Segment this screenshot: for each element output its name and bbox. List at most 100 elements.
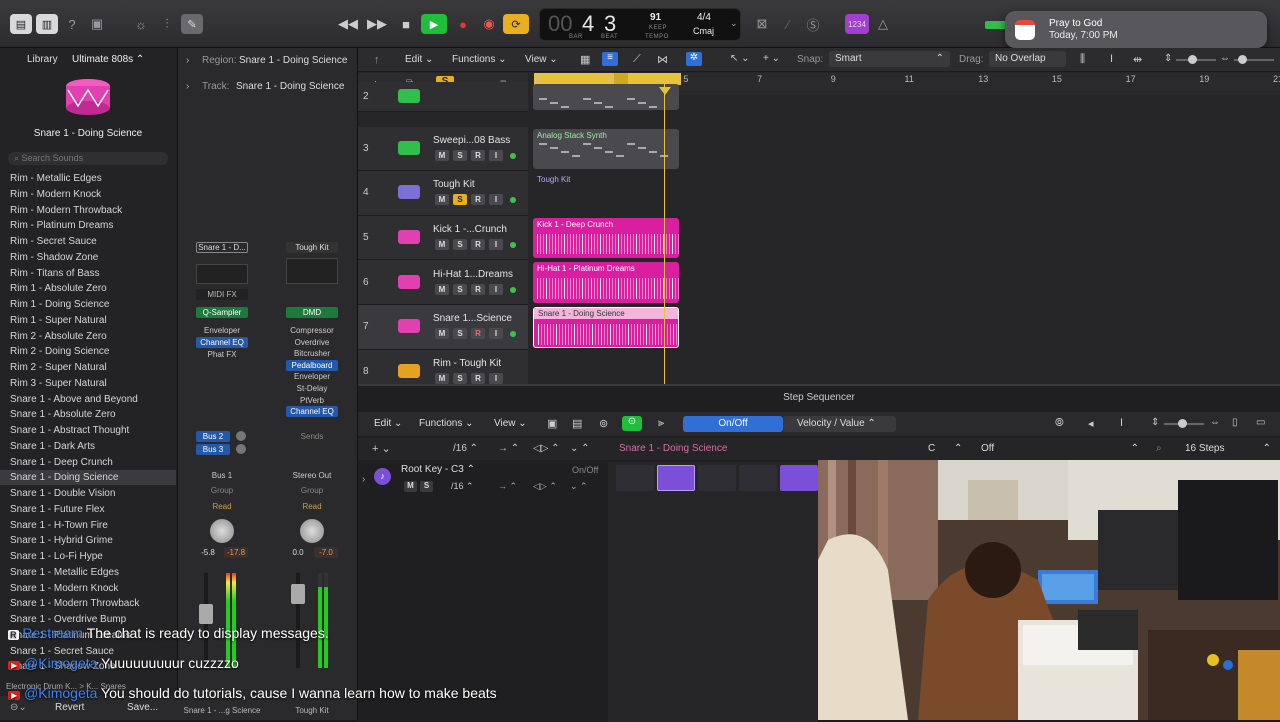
- row-mute-button[interactable]: M: [404, 481, 417, 492]
- track-s-button[interactable]: S: [453, 372, 467, 384]
- track-m-button[interactable]: M: [435, 194, 449, 206]
- seq-transpose-icon[interactable]: → ⌃: [498, 443, 519, 454]
- track-region[interactable]: Analog Stack Synth: [533, 128, 679, 170]
- library-item[interactable]: Snare 1 - Future Flex: [10, 504, 104, 515]
- strip1-send-knob[interactable]: [236, 431, 246, 441]
- seq-rate-select[interactable]: /16 ⌃: [453, 443, 478, 454]
- strip2-pan-knob[interactable]: [300, 519, 324, 543]
- strip2-eq-thumbnail[interactable]: [286, 258, 338, 284]
- seq-zoom-knob[interactable]: [1178, 419, 1187, 428]
- learn-icon[interactable]: ⊚: [599, 417, 608, 430]
- strip2-insert-1[interactable]: Overdrive: [286, 337, 338, 348]
- inspector-icon[interactable]: ▤: [572, 417, 582, 430]
- seq-updown-icon[interactable]: ⌄ ⌃: [570, 443, 590, 454]
- strip2-insert-6[interactable]: PtVerb: [286, 395, 338, 406]
- strip2-insert-0[interactable]: Compressor: [286, 325, 338, 336]
- seq-add-row-icon[interactable]: + ⌄: [372, 442, 391, 455]
- library-settings-icon[interactable]: ⊖⌄: [10, 702, 27, 713]
- strip1-setting[interactable]: Snare 1 - D...: [196, 242, 248, 253]
- record-icon[interactable]: ●: [453, 14, 473, 34]
- strip2-insert-2[interactable]: Bitcrusher: [286, 348, 338, 359]
- hzoom-arrows-icon[interactable]: ⇔: [1220, 53, 1230, 64]
- strip2-automation[interactable]: Read: [286, 501, 338, 512]
- playhead-handle[interactable]: [659, 87, 671, 95]
- seq-zoom-arrows-icon[interactable]: ⇕: [1151, 417, 1159, 428]
- track-region[interactable]: Hi-Hat 1 - Platinum Dreams: [533, 262, 679, 303]
- track-region[interactable]: Tough Kit: [533, 173, 679, 214]
- step-5[interactable]: [780, 465, 818, 491]
- library-item[interactable]: Snare 1 - Deep Crunch: [10, 457, 113, 468]
- track-i-button[interactable]: I: [489, 283, 503, 295]
- tracks-functions-menu[interactable]: Functions ⌄: [452, 54, 507, 65]
- tracks-edit-menu[interactable]: Edit ⌄: [405, 54, 433, 65]
- mode-onoff-button[interactable]: On/Off: [683, 416, 783, 432]
- track-s-button[interactable]: S: [453, 328, 467, 340]
- brightness-icon[interactable]: ☼: [131, 14, 151, 34]
- track-region[interactable]: Snare 1 - Doing Science: [533, 307, 679, 348]
- toolbar-icon[interactable]: ▣: [87, 14, 107, 34]
- track-m-button[interactable]: M: [435, 149, 449, 161]
- track-header[interactable]: 3 Sweepi...08 Bass M S R I: [358, 126, 528, 172]
- library-item[interactable]: Rim - Secret Sauce: [10, 236, 97, 247]
- track-region[interactable]: Kick 1 - Deep Crunch: [533, 217, 679, 259]
- strip1-fader[interactable]: [199, 604, 213, 624]
- strip2-insert-7[interactable]: Channel EQ: [286, 406, 338, 418]
- library-item[interactable]: Rim - Titans of Bass: [10, 268, 99, 279]
- vertical-zoom-icon[interactable]: Ι: [1110, 53, 1113, 65]
- seq-view-menu[interactable]: View ⌄: [494, 418, 527, 429]
- track-s-button[interactable]: S: [453, 194, 467, 206]
- strip1-send-knob-2[interactable]: [236, 444, 246, 454]
- master-volume-indicator[interactable]: [985, 21, 1007, 29]
- seq-expand-icon[interactable]: ▭: [1256, 417, 1265, 428]
- strip1-insert-2[interactable]: Phat FX: [196, 349, 248, 360]
- metronome-icon[interactable]: △: [873, 14, 893, 34]
- strip1-eq-thumbnail[interactable]: [196, 264, 248, 284]
- snap-select[interactable]: Smart ⌃: [829, 51, 950, 67]
- strip2-output[interactable]: Stereo Out: [286, 470, 338, 481]
- library-item[interactable]: Snare 1 - H-Town Fire: [10, 520, 108, 531]
- track-m-button[interactable]: M: [435, 372, 449, 384]
- track-name-label[interactable]: Kick 1 -...Crunch: [433, 224, 507, 235]
- library-item[interactable]: Rim 3 - Super Natural: [10, 378, 107, 389]
- stop-icon[interactable]: ■: [396, 14, 416, 34]
- row-note-icon[interactable]: ♪: [374, 468, 391, 485]
- seq-steps-select[interactable]: 16 Steps ⌃: [1185, 443, 1271, 454]
- play-icon[interactable]: ▶: [421, 14, 447, 34]
- library-item[interactable]: Rim 1 - Absolute Zero: [10, 283, 107, 294]
- track-name-label[interactable]: Tough Kit: [433, 179, 475, 190]
- solo-icon[interactable]: Ⓢ: [803, 14, 823, 34]
- flex-icon[interactable]: ⋈: [657, 53, 668, 66]
- seq-functions-menu[interactable]: Functions ⌄: [419, 418, 474, 429]
- library-item[interactable]: Rim 1 - Doing Science: [10, 299, 109, 310]
- step-2[interactable]: [657, 465, 695, 491]
- track-r-button[interactable]: R: [471, 328, 485, 340]
- track-s-button[interactable]: S: [453, 149, 467, 161]
- track-name-label[interactable]: Rim - Tough Kit: [433, 358, 501, 369]
- track-header[interactable]: 5 Kick 1 -...Crunch M S R I: [358, 215, 528, 261]
- track-header[interactable]: 2: [358, 82, 528, 112]
- track-r-button[interactable]: R: [471, 372, 485, 384]
- strip2-group[interactable]: Group: [286, 485, 338, 496]
- inspector-toggle-icon[interactable]: ▥: [36, 14, 58, 34]
- track-i-button[interactable]: I: [489, 328, 503, 340]
- library-item[interactable]: Rim - Modern Knock: [10, 189, 101, 200]
- save-button[interactable]: Save...: [127, 702, 158, 713]
- strip1-instrument[interactable]: Q-Sampler: [196, 307, 248, 318]
- seq-edit-menu[interactable]: Edit ⌄: [374, 418, 402, 429]
- track-header[interactable]: 7 Snare 1...Science M S R I: [358, 305, 528, 350]
- strip1-send-1[interactable]: Bus 3: [196, 444, 230, 455]
- track-s-button[interactable]: S: [453, 239, 467, 251]
- track-i-button[interactable]: I: [489, 372, 503, 384]
- library-item[interactable]: Rim - Platinum Dreams: [10, 220, 113, 231]
- region-disclosure-icon[interactable]: ›: [186, 55, 189, 66]
- loop-icon[interactable]: ⊙: [622, 416, 642, 431]
- library-item[interactable]: Rim 1 - Super Natural: [10, 315, 107, 326]
- track-r-button[interactable]: R: [471, 239, 485, 251]
- row-updown-icon[interactable]: ⌄ ⌃: [570, 481, 588, 492]
- library-item[interactable]: Snare 1 - Lo-Fi Hype: [10, 551, 103, 562]
- library-item[interactable]: Snare 1 - Modern Throwback: [10, 598, 139, 609]
- track-name-label[interactable]: Sweepi...08 Bass: [433, 135, 510, 146]
- library-item[interactable]: Rim - Shadow Zone: [10, 252, 98, 263]
- tuner-icon[interactable]: ⊠: [752, 14, 772, 34]
- library-item[interactable]: Snare 1 - Doing Science: [10, 472, 118, 483]
